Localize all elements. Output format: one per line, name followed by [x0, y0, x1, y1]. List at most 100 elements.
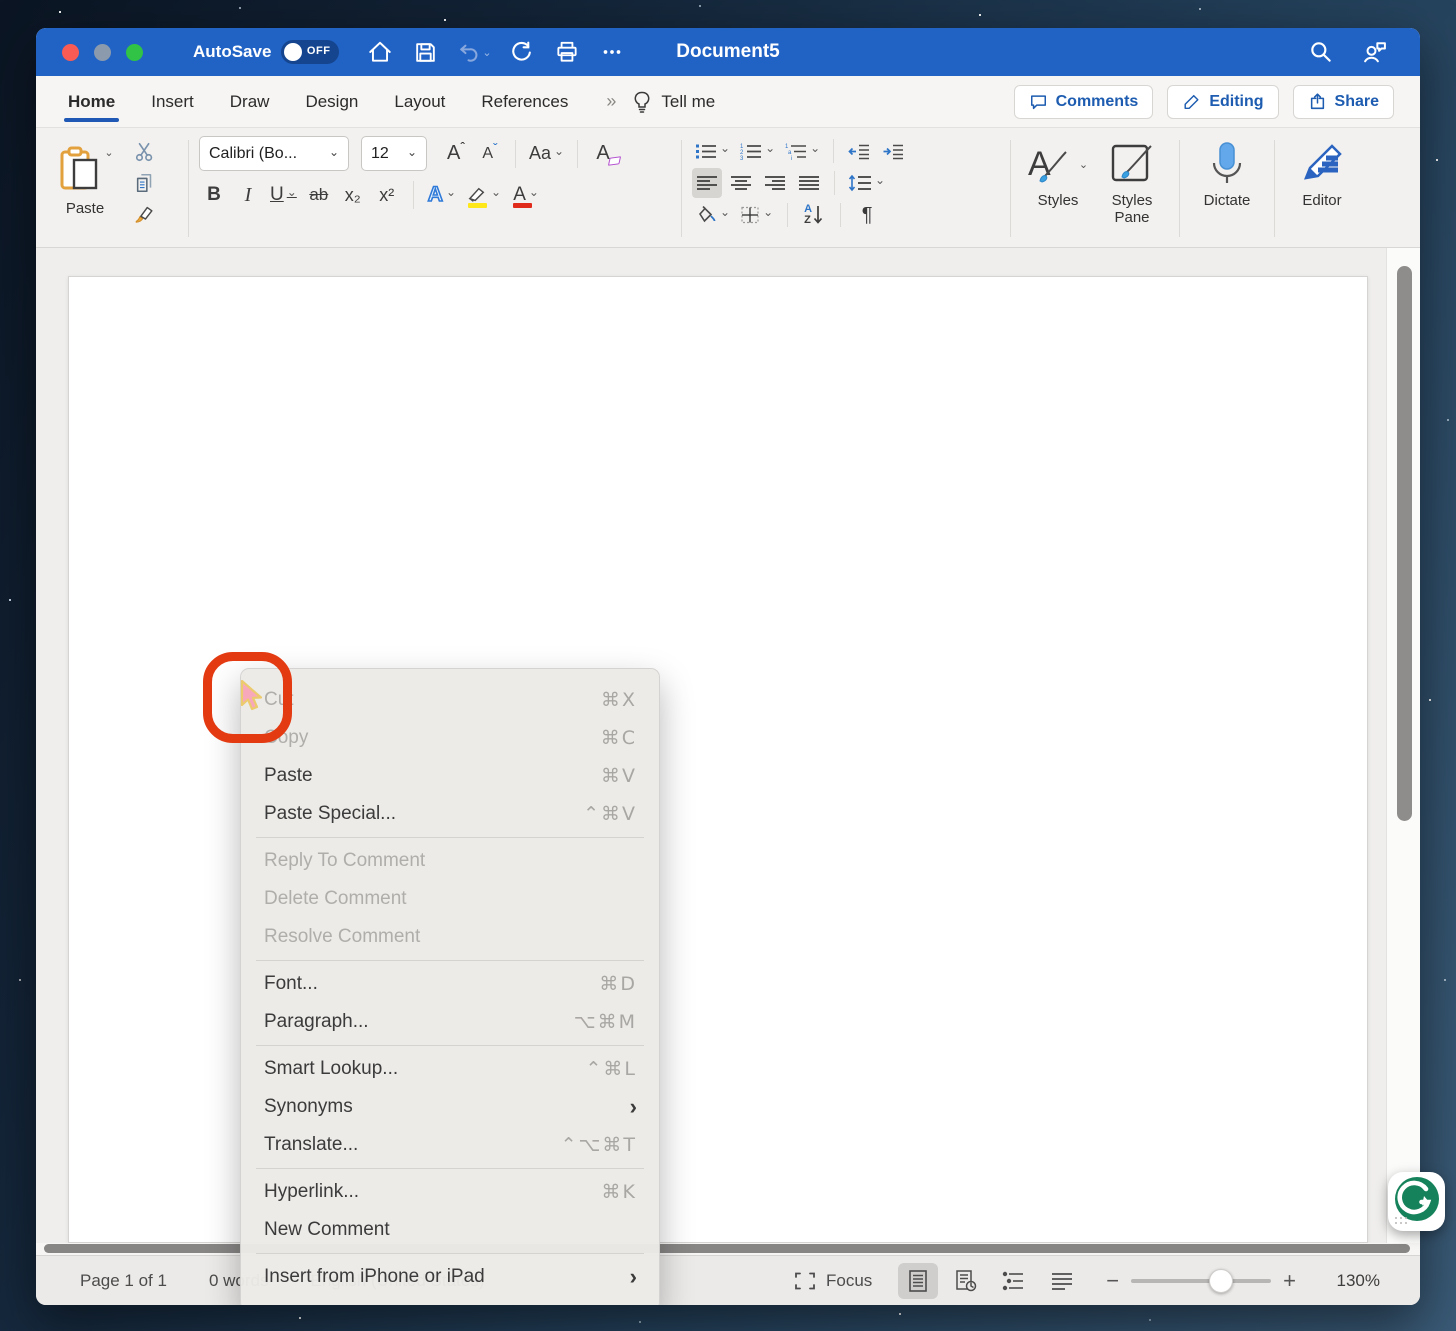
paste-dropdown-chevron-icon[interactable]: ⌄: [104, 146, 113, 159]
highlight-color-button[interactable]: [463, 180, 504, 210]
zoom-in-button[interactable]: [1283, 1268, 1296, 1294]
justify-button[interactable]: [794, 168, 824, 198]
menu-item-paste-special[interactable]: Paste Special...⌃⌘V: [241, 795, 659, 833]
tell-me-button[interactable]: Tell me: [632, 91, 715, 113]
align-left-button[interactable]: [692, 168, 722, 198]
svg-text:i: i: [791, 156, 792, 160]
outline-view-button[interactable]: [994, 1263, 1034, 1299]
tab-references[interactable]: References: [479, 78, 570, 126]
borders-button[interactable]: [737, 200, 776, 230]
grammarly-widget[interactable]: [1388, 1172, 1445, 1231]
zoom-slider-thumb[interactable]: [1209, 1269, 1233, 1293]
sort-button[interactable]: A Z: [799, 200, 829, 230]
share-button[interactable]: Share: [1293, 85, 1394, 119]
numbering-button[interactable]: 123: [737, 136, 778, 166]
align-right-button[interactable]: [760, 168, 790, 198]
superscript-button[interactable]: x²: [372, 180, 402, 210]
menu-item-synonyms[interactable]: Synonyms: [241, 1088, 659, 1126]
home-icon[interactable]: [365, 37, 395, 67]
styles-pane-button[interactable]: Styles Pane: [1095, 136, 1169, 229]
shading-button[interactable]: [692, 200, 733, 230]
tab-layout[interactable]: Layout: [392, 78, 447, 126]
menu-item-delete-comment[interactable]: Delete Comment: [241, 880, 659, 918]
save-icon[interactable]: [410, 37, 440, 67]
menu-item-translate[interactable]: Translate...⌃⌥⌘T: [241, 1126, 659, 1164]
svg-text:3: 3: [740, 156, 744, 160]
highlighter-icon: [466, 186, 488, 204]
autosave-toggle[interactable]: OFF: [281, 40, 339, 64]
zoom-window-button[interactable]: [126, 44, 143, 61]
font-name-select[interactable]: Calibri (Bo...: [199, 136, 349, 171]
text-effects-button[interactable]: A: [425, 180, 459, 210]
line-spacing-button[interactable]: [845, 168, 888, 198]
zoom-slider[interactable]: [1131, 1279, 1271, 1283]
vertical-scrollbar-thumb[interactable]: [1397, 266, 1412, 821]
document-area[interactable]: Cut⌘X Copy⌘C Paste⌘V Paste Special...⌃⌘V…: [36, 248, 1420, 1243]
window-controls: [36, 44, 143, 61]
draft-view-button[interactable]: [1042, 1263, 1082, 1299]
minimize-window-button[interactable]: [94, 44, 111, 61]
vertical-scrollbar[interactable]: [1386, 248, 1420, 1243]
comments-button[interactable]: Comments: [1014, 85, 1154, 119]
font-size-select[interactable]: 12: [361, 136, 427, 171]
dictate-button[interactable]: Dictate: [1190, 136, 1264, 211]
close-window-button[interactable]: [62, 44, 79, 61]
undo-dropdown-chevron-icon[interactable]: ⌄: [482, 46, 491, 59]
styles-button[interactable]: A ⌄ Styles: [1021, 136, 1095, 229]
styles-dropdown-chevron-icon[interactable]: ⌄: [1079, 158, 1088, 171]
multilevel-list-button[interactable]: 1ai: [782, 136, 823, 166]
print-icon[interactable]: [552, 37, 582, 67]
decrease-indent-button[interactable]: [844, 136, 874, 166]
zoom-level-label[interactable]: 130%: [1322, 1271, 1380, 1291]
align-center-button[interactable]: [726, 168, 756, 198]
strikethrough-button[interactable]: ab: [304, 180, 334, 210]
clear-formatting-button[interactable]: A: [588, 139, 618, 169]
format-painter-button[interactable]: [130, 202, 159, 226]
menu-item-copy[interactable]: Copy⌘C: [241, 719, 659, 757]
menu-item-paragraph[interactable]: Paragraph...⌥⌘M: [241, 1003, 659, 1041]
tab-home[interactable]: Home: [66, 78, 117, 126]
menu-item-hyperlink[interactable]: Hyperlink...⌘K: [241, 1173, 659, 1211]
font-color-button[interactable]: A: [508, 180, 544, 210]
undo-button[interactable]: ⌄: [455, 40, 491, 65]
copy-button[interactable]: [130, 171, 159, 195]
bold-button[interactable]: B: [199, 180, 229, 210]
zoom-control: 130%: [1106, 1268, 1380, 1294]
more-tabs-chevron-icon[interactable]: »: [606, 91, 614, 112]
focus-button[interactable]: Focus: [794, 1271, 872, 1291]
increase-indent-button[interactable]: [878, 136, 908, 166]
redo-icon[interactable]: [507, 37, 537, 67]
zoom-out-button[interactable]: [1106, 1268, 1119, 1294]
editing-label: Editing: [1209, 93, 1263, 111]
tab-design[interactable]: Design: [303, 78, 360, 126]
menu-item-cut[interactable]: Cut⌘X: [241, 681, 659, 719]
menu-item-font[interactable]: Font...⌘D: [241, 965, 659, 1003]
menu-item-smart-lookup[interactable]: Smart Lookup...⌃⌘L: [241, 1050, 659, 1088]
editor-button[interactable]: Editor: [1285, 136, 1359, 211]
tab-draw[interactable]: Draw: [228, 78, 272, 126]
tab-insert[interactable]: Insert: [149, 78, 196, 126]
paste-button[interactable]: ⌄ Paste: [50, 146, 120, 217]
bullets-button[interactable]: [692, 136, 733, 166]
menu-item-insert-from-iphone-ipad[interactable]: Insert from iPhone or iPad: [241, 1258, 659, 1296]
format-painter-icon: [133, 203, 156, 225]
search-icon[interactable]: [1306, 37, 1336, 67]
print-layout-view-button[interactable]: [898, 1263, 938, 1299]
change-case-button[interactable]: Aa: [526, 139, 567, 169]
subscript-button[interactable]: x₂: [338, 180, 368, 210]
web-layout-view-button[interactable]: [946, 1263, 986, 1299]
menu-item-new-comment[interactable]: New Comment: [241, 1211, 659, 1249]
page-indicator[interactable]: Page 1 of 1: [80, 1271, 167, 1291]
contact-support-icon[interactable]: [1360, 37, 1390, 67]
shrink-font-button[interactable]: A: [475, 139, 505, 169]
more-commands-icon[interactable]: [597, 37, 627, 67]
menu-item-reply-to-comment[interactable]: Reply To Comment: [241, 842, 659, 880]
grow-font-button[interactable]: A: [441, 139, 471, 169]
editing-button[interactable]: Editing: [1167, 85, 1278, 119]
menu-item-paste[interactable]: Paste⌘V: [241, 757, 659, 795]
underline-button[interactable]: U: [267, 180, 300, 210]
show-paragraph-marks-button[interactable]: ¶: [852, 200, 882, 230]
cut-button[interactable]: [130, 140, 159, 164]
menu-item-resolve-comment[interactable]: Resolve Comment: [241, 918, 659, 956]
italic-button[interactable]: I: [233, 180, 263, 210]
